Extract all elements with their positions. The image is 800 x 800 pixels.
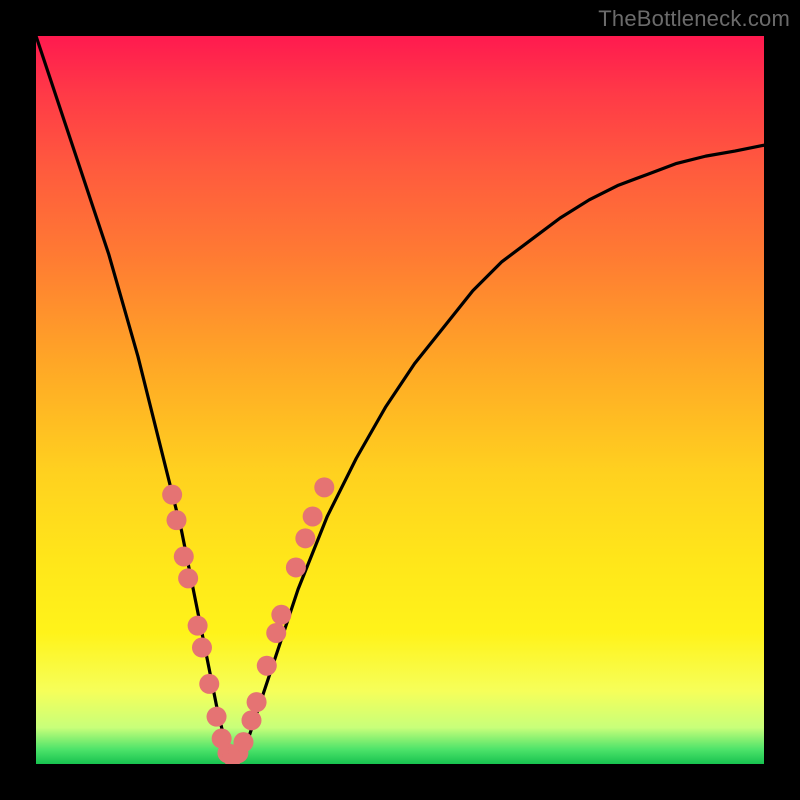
sample-point [233, 732, 253, 752]
sample-point [188, 616, 208, 636]
chart-frame: TheBottleneck.com [0, 0, 800, 800]
sample-point [295, 528, 315, 548]
sample-point [271, 605, 291, 625]
sample-point [303, 506, 323, 526]
sample-point [286, 557, 306, 577]
sample-points-group [162, 477, 334, 764]
sample-point [178, 568, 198, 588]
sample-point [207, 707, 227, 727]
bottleneck-curve [36, 36, 764, 757]
plot-area [36, 36, 764, 764]
sample-point [257, 656, 277, 676]
watermark-text: TheBottleneck.com [598, 6, 790, 32]
sample-point [192, 638, 212, 658]
sample-point [162, 485, 182, 505]
sample-point [266, 623, 286, 643]
sample-point [247, 692, 267, 712]
sample-point [174, 547, 194, 567]
sample-point [241, 710, 261, 730]
sample-point [199, 674, 219, 694]
chart-svg [36, 36, 764, 764]
sample-point [314, 477, 334, 497]
sample-point [167, 510, 187, 530]
